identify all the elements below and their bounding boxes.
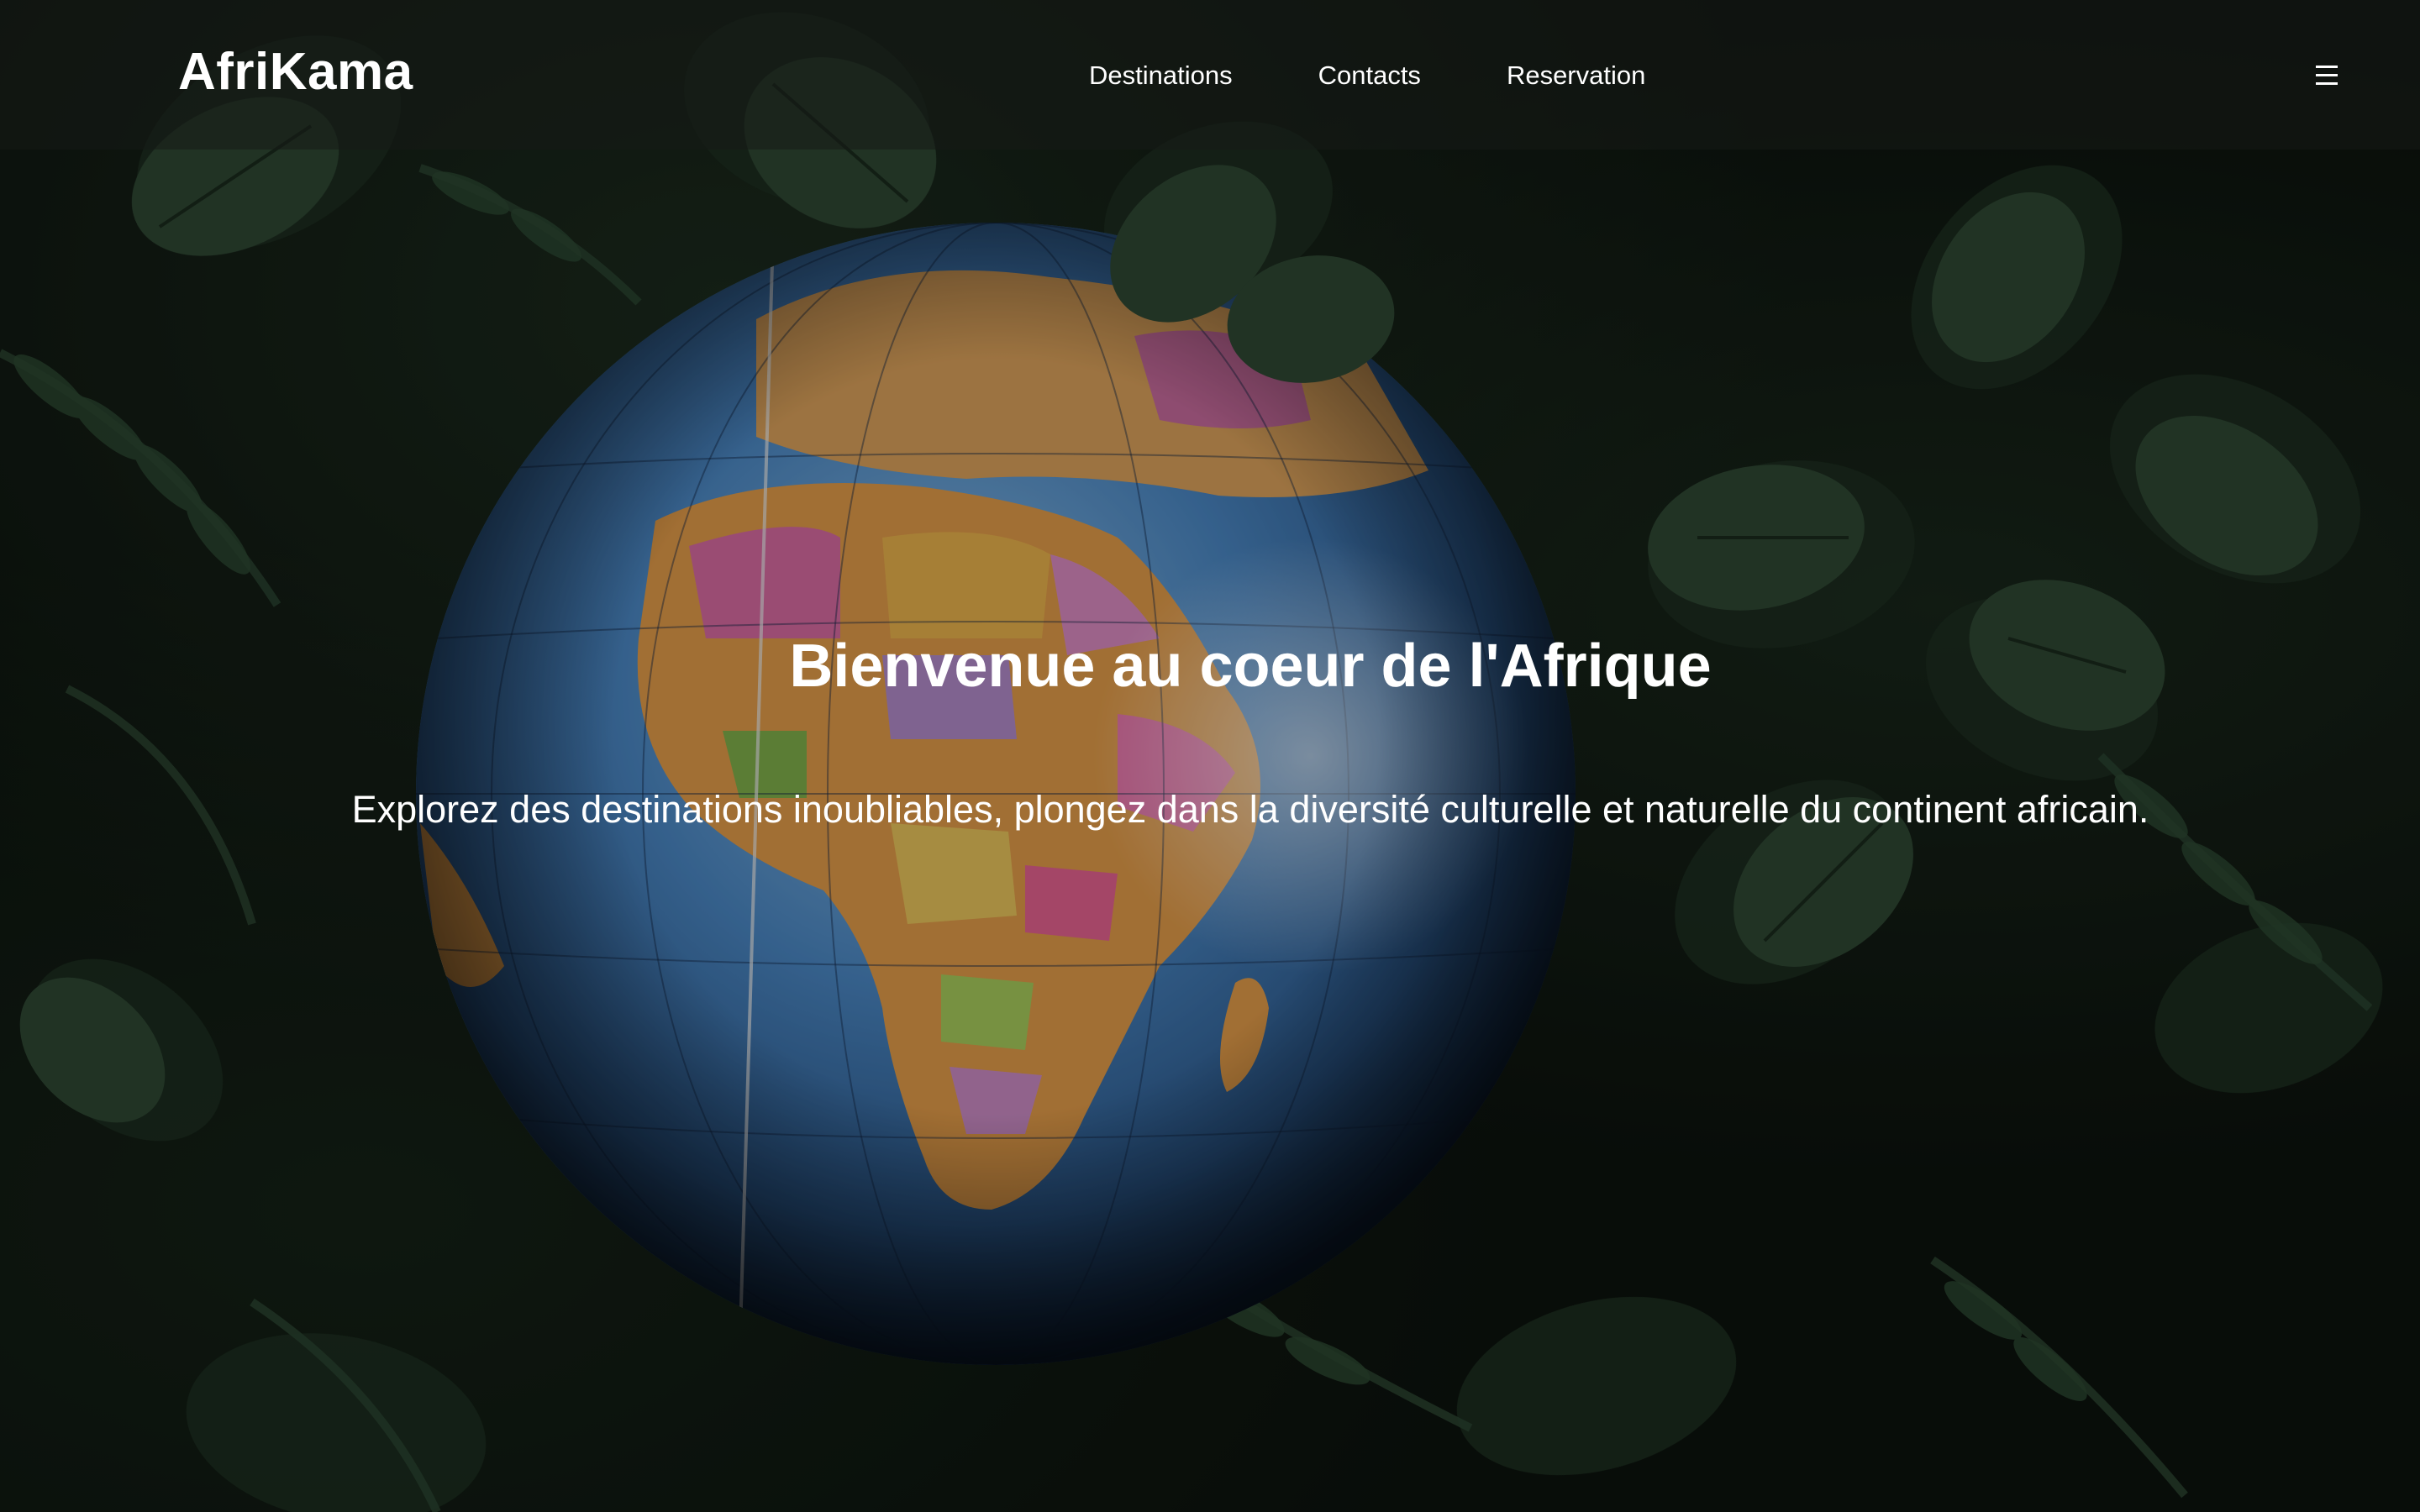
nav-link-reservation[interactable]: Reservation xyxy=(1507,60,1645,91)
menu-bar-bottom xyxy=(2316,81,2338,85)
menu-bar-middle xyxy=(2316,73,2338,76)
hero-section: Bienvenue au coeur de l'Afrique Explorez… xyxy=(0,0,2420,1512)
menu-bar-top xyxy=(2316,65,2338,68)
main-nav: Destinations Contacts Reservation xyxy=(1089,60,1731,91)
hamburger-menu-icon[interactable] xyxy=(2312,60,2341,89)
hero-title: Bienvenue au coeur de l'Afrique xyxy=(789,633,1712,700)
brand-logo[interactable]: AfriKama xyxy=(178,42,413,102)
page: AfriKama Destinations Contacts Reservati… xyxy=(0,0,2420,1512)
nav-link-destinations[interactable]: Destinations xyxy=(1089,60,1233,91)
nav-link-contacts[interactable]: Contacts xyxy=(1318,60,1421,91)
hero-subtitle: Explorez des destinations inoubliables, … xyxy=(351,788,2149,831)
top-navbar: AfriKama Destinations Contacts Reservati… xyxy=(0,0,2420,150)
